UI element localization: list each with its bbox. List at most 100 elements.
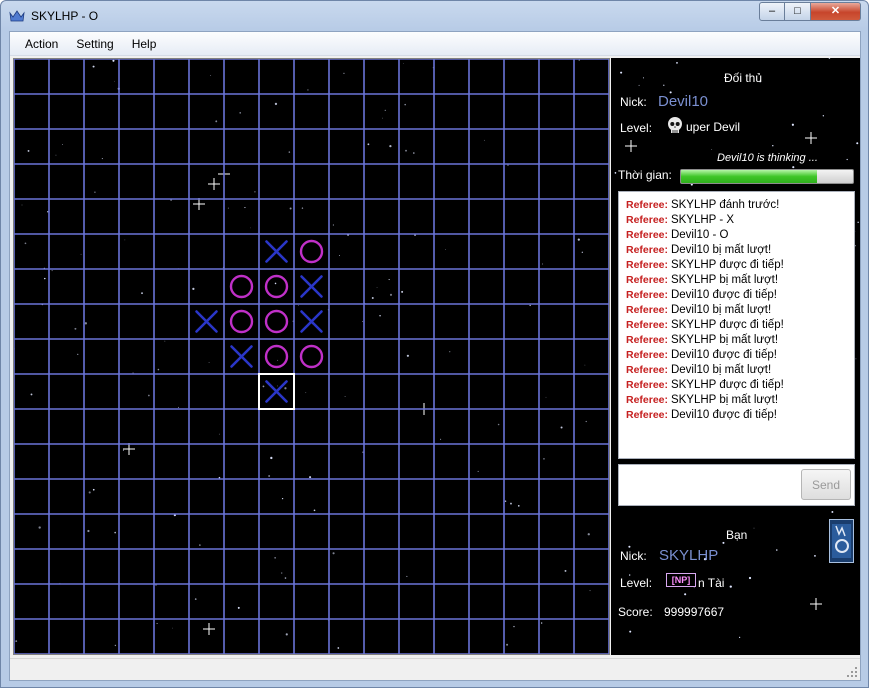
chat-message: Referee: SKYLHP được đi tiếp! (626, 258, 854, 273)
star (614, 172, 617, 174)
window-title: SKYLHP - O (31, 9, 99, 23)
star (239, 112, 241, 114)
chat-text: SKYLHP bị mất lượt! (670, 274, 779, 286)
player-heading: Bạn (726, 528, 748, 542)
star (855, 358, 857, 360)
board-canvas[interactable] (14, 59, 609, 654)
chat-speaker: Referee: (626, 394, 671, 406)
star (77, 353, 79, 356)
resize-grip-icon[interactable] (846, 666, 858, 678)
star (822, 115, 825, 117)
star (101, 158, 103, 160)
maximize-button[interactable]: □ (785, 2, 811, 21)
star (711, 149, 713, 150)
send-button[interactable]: Send (801, 469, 851, 500)
star (313, 509, 316, 512)
star (288, 151, 291, 153)
o-mark (264, 274, 289, 299)
star (21, 204, 23, 206)
star (254, 191, 256, 193)
star (388, 278, 390, 281)
star (44, 277, 46, 280)
menu-setting[interactable]: Setting (67, 35, 122, 53)
minimize-button[interactable]: – (759, 2, 785, 21)
app-window: SKYLHP - O – □ ✕ Action Setting Help Đối… (0, 0, 869, 688)
chat-log[interactable]: Referee: SKYLHP đánh trước! Referee: SKYL… (618, 191, 855, 459)
star (581, 251, 584, 254)
star (337, 647, 340, 649)
star (343, 72, 345, 74)
star (84, 322, 88, 325)
star (148, 394, 150, 397)
star (477, 470, 479, 472)
chat-message: Referee: Devil10 được đi tiếp! (626, 348, 854, 363)
star (114, 644, 117, 647)
sparkle-star (208, 178, 220, 190)
o-mark (229, 309, 254, 334)
opponent-nick-label: Nick: (620, 95, 647, 109)
status-bar (10, 658, 860, 680)
opponent-heading: Đối thủ (724, 71, 763, 85)
x-mark (265, 380, 288, 403)
chat-text: Devil10 được đi tiếp! (670, 409, 777, 421)
star (449, 351, 451, 353)
star (344, 396, 346, 397)
star (748, 576, 752, 580)
star (504, 500, 507, 502)
star (676, 62, 678, 64)
star (628, 545, 631, 548)
star (124, 239, 126, 241)
timer-progress-fill (681, 170, 817, 183)
chat-message: Referee: SKYLHP bị mất lượt! (626, 393, 854, 408)
star (831, 511, 834, 513)
chat-message: Referee: SKYLHP đánh trước! (626, 198, 854, 213)
star (250, 227, 251, 229)
chat-message: Referee: SKYLHP - X (626, 213, 854, 228)
star (210, 75, 212, 76)
star (753, 527, 755, 529)
star (92, 65, 95, 68)
chat-text: SKYLHP - X (670, 214, 735, 226)
star (376, 287, 378, 289)
sparkle-star (625, 140, 637, 152)
star (194, 598, 197, 600)
star (284, 577, 287, 579)
o-mark (229, 274, 254, 299)
star (262, 385, 265, 388)
star (545, 396, 547, 398)
star (24, 242, 27, 245)
chat-speaker: Referee: (626, 409, 671, 421)
close-button[interactable]: ✕ (811, 2, 861, 21)
title-bar[interactable]: SKYLHP - O – □ ✕ (1, 1, 868, 31)
star (371, 297, 374, 300)
star (218, 433, 220, 435)
x-mark (265, 240, 288, 263)
star (513, 625, 515, 628)
star (846, 158, 848, 161)
star (15, 640, 18, 643)
chat-speaker: Referee: (626, 274, 671, 286)
chat-speaker: Referee: (626, 289, 671, 301)
chat-message: Referee: Devil10 bị mất lượt! (626, 363, 854, 378)
chat-speaker: Referee: (626, 364, 671, 376)
star (277, 385, 278, 387)
star (62, 144, 64, 146)
chat-message: Referee: Devil10 bị mất lượt! (626, 303, 854, 318)
star (301, 207, 304, 209)
menu-help[interactable]: Help (123, 35, 166, 53)
star (122, 449, 124, 451)
x-mark (230, 345, 253, 368)
o-mark (299, 344, 324, 369)
star (857, 221, 859, 223)
chat-text: SKYLHP được đi tiếp! (670, 259, 784, 271)
chat-text: Devil10 bị mất lượt! (670, 364, 772, 376)
opponent-level: uper Devil (686, 120, 741, 134)
menu-action[interactable]: Action (16, 35, 67, 53)
star (199, 544, 201, 546)
star (772, 145, 774, 147)
star (55, 154, 57, 156)
game-board[interactable] (13, 58, 610, 655)
x-mark (300, 310, 323, 333)
chat-speaker: Referee: (626, 349, 671, 361)
chat-text: Devil10 được đi tiếp! (670, 349, 777, 361)
